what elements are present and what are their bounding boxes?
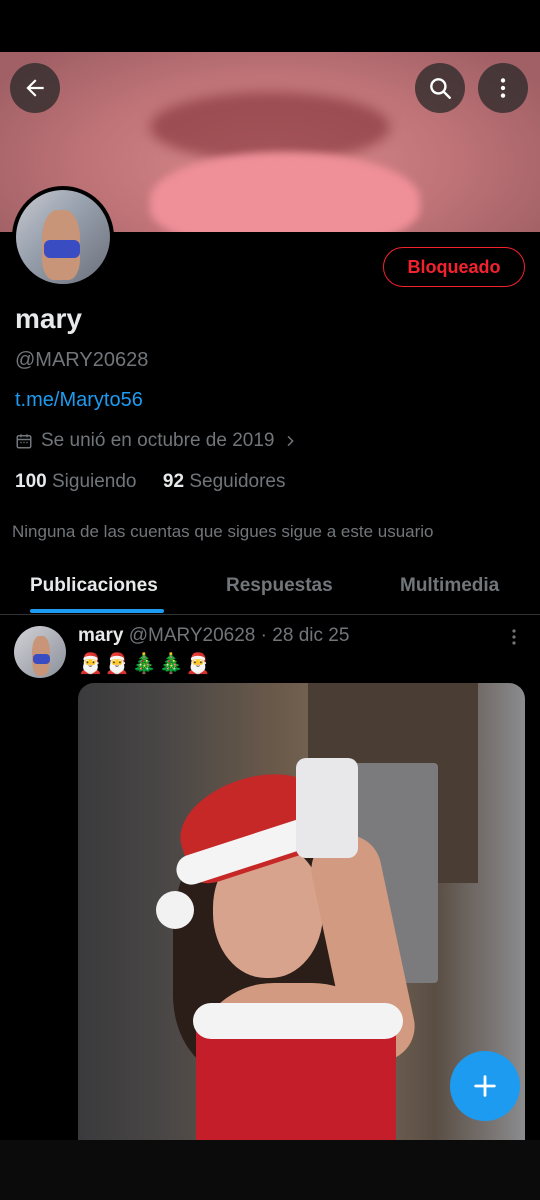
more-vertical-icon [500, 78, 506, 98]
active-tab-indicator [30, 609, 164, 613]
profile-avatar[interactable] [12, 186, 114, 288]
post-header: mary @MARY20628 · 28 dic 25 [78, 625, 349, 647]
arrow-left-icon [26, 79, 44, 97]
follow-stats: 100 Siguiendo 92 Seguidores [15, 471, 285, 493]
followers-link[interactable]: 92 Seguidores [163, 471, 286, 492]
post-avatar[interactable] [14, 626, 66, 678]
search-button[interactable] [415, 63, 465, 113]
photo-detail-fur [193, 1003, 403, 1039]
chevron-right-icon [287, 435, 295, 447]
avatar-figure-detail [44, 240, 80, 258]
back-button[interactable] [10, 63, 60, 113]
following-count: 100 [15, 471, 47, 492]
calendar-icon [16, 434, 32, 449]
followers-count: 92 [162, 471, 185, 492]
more-vertical-icon [512, 629, 516, 645]
profile-handle: @MARY20628 [15, 349, 149, 371]
navigation-bar [0, 1140, 540, 1200]
tab-publicaciones[interactable]: Publicaciones [30, 575, 158, 597]
status-bar [0, 0, 540, 52]
tab-multimedia[interactable]: Multimedia [400, 575, 499, 597]
profile-name: mary [15, 303, 82, 334]
joined-date[interactable]: Se unió en octubre de 2019 [15, 430, 298, 452]
post-more-button[interactable] [506, 627, 522, 647]
post-text: 🎅🎅🎄🎄🎅 [78, 653, 213, 675]
tab-respuestas[interactable]: Respuestas [226, 575, 333, 597]
post-avatar-figure-detail [33, 654, 50, 664]
search-icon [430, 78, 451, 99]
post-separator: · [260, 625, 267, 646]
post-author-name[interactable]: mary [78, 625, 123, 646]
joined-text: Se unió en octubre de 2019 [41, 430, 275, 451]
followers-label: Seguidores [189, 471, 286, 492]
plus-icon [474, 1075, 496, 1097]
photo-detail-pom [156, 891, 194, 929]
blocked-button[interactable]: Bloqueado [383, 247, 525, 287]
profile-link[interactable]: t.me/Maryto56 [15, 389, 143, 412]
compose-button[interactable] [450, 1051, 520, 1121]
following-label: Siguiendo [51, 471, 137, 492]
post-author-handle: @MARY20628 [128, 625, 256, 646]
banner-image-detail-2 [150, 152, 420, 232]
more-options-button[interactable] [478, 63, 528, 113]
photo-detail-phone [296, 758, 358, 858]
mutual-followers-notice: Ninguna de las cuentas que sigues sigue … [12, 522, 434, 541]
profile-tabs: Publicaciones Respuestas Multimedia [0, 560, 540, 615]
following-link[interactable]: 100 Siguiendo [15, 471, 137, 492]
post-date[interactable]: 28 dic 25 [272, 625, 349, 646]
